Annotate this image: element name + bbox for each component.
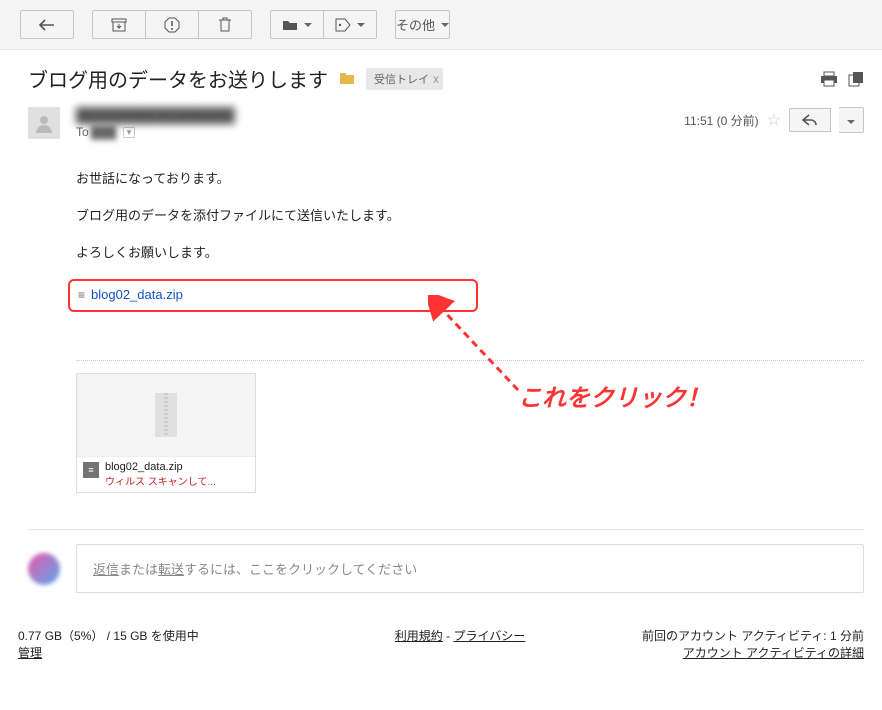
- reply-compose-box[interactable]: 返信または転送するには、ここをクリックしてください: [76, 544, 864, 593]
- reply-separator: [28, 529, 864, 530]
- footer-dash: -: [443, 629, 454, 643]
- my-avatar: [28, 553, 60, 585]
- storage-total: 15 GB を使用中: [113, 629, 198, 643]
- body-line-3: よろしくお願いします。: [76, 243, 864, 264]
- star-icon[interactable]: ☆: [767, 110, 781, 130]
- email-subject: ブログ用のデータをお送りします: [28, 64, 328, 93]
- to-prefix: To: [76, 125, 89, 139]
- attachment-inline-link[interactable]: ≡ blog02_data.zip: [68, 279, 478, 312]
- sender-avatar: [28, 107, 60, 139]
- more-button[interactable]: その他: [395, 10, 450, 39]
- moveto-button[interactable]: [270, 10, 324, 39]
- attachment-filename: blog02_data.zip: [91, 285, 183, 306]
- timestamp: 11:51 (0 分前): [684, 112, 758, 129]
- terms-link[interactable]: 利用規約: [395, 629, 443, 643]
- attachment-preview: [77, 374, 255, 456]
- action-group: [92, 10, 252, 39]
- spam-button[interactable]: [145, 10, 199, 39]
- reply-mid: または: [119, 562, 158, 577]
- toolbar: その他: [0, 0, 882, 50]
- archive-button[interactable]: [92, 10, 146, 39]
- reply-word: 返信: [93, 562, 119, 577]
- to-name: ███: [91, 125, 121, 139]
- card-filename: blog02_data.zip: [105, 461, 216, 473]
- labels-button[interactable]: [323, 10, 377, 39]
- more-label: その他: [396, 15, 435, 34]
- attachment-icon: ≡: [78, 286, 85, 305]
- message-body: お世話になっております。 ブログ用のデータを添付ファイルにて送信いたします。 よ…: [76, 169, 864, 312]
- annotation-text: これをクリック！: [518, 378, 710, 413]
- to-details-toggle[interactable]: ▾: [123, 127, 136, 138]
- delete-button[interactable]: [198, 10, 252, 39]
- reply-button[interactable]: [789, 108, 831, 132]
- manage-link[interactable]: 管理: [18, 646, 42, 660]
- reply-suffix: するには、ここをクリックしてください: [184, 562, 417, 577]
- storage-sep: /: [103, 629, 113, 643]
- back-button[interactable]: [20, 10, 74, 39]
- reply-row: 返信または転送するには、ここをクリックしてください: [28, 544, 864, 613]
- message-header: ████████████████ To ███ ▾ 11:51 (0 分前) ☆: [28, 107, 864, 139]
- body-line-2: ブログ用のデータを添付ファイルにて送信いたします。: [76, 206, 864, 227]
- footer: 0.77 GB（5%） / 15 GB を使用中 管理 利用規約 - プライバシ…: [0, 613, 882, 681]
- zip-icon: [155, 393, 177, 437]
- activity-prefix: 前回のアカウント アクティビティ:: [642, 629, 830, 643]
- body-line-1: お世話になっております。: [76, 169, 864, 190]
- folder-icon: [340, 73, 354, 84]
- privacy-link[interactable]: プライバシー: [453, 629, 525, 643]
- organize-group: [270, 10, 377, 39]
- virus-scan-status: ウィルス スキャンして...: [105, 473, 216, 488]
- attachment-card[interactable]: ≡ blog02_data.zip ウィルス スキャンして...: [76, 373, 256, 493]
- label-chip[interactable]: 受信トレイ x: [366, 68, 443, 90]
- sender-name: ████████████████: [76, 107, 684, 123]
- storage-used: 0.77 GB（5%）: [18, 629, 103, 643]
- label-remove[interactable]: x: [433, 72, 439, 86]
- label-text: 受信トレイ: [374, 71, 429, 87]
- forward-word: 転送: [158, 562, 184, 577]
- subject-row: ブログ用のデータをお送りします 受信トレイ x: [28, 64, 864, 93]
- activity-time: 1 分前: [830, 629, 864, 643]
- attachment-separator: [76, 360, 864, 361]
- file-type-icon: ≡: [83, 462, 99, 478]
- print-icon[interactable]: [820, 71, 838, 87]
- newwindow-icon[interactable]: [848, 71, 864, 87]
- activity-details-link[interactable]: アカウント アクティビティの詳細: [683, 646, 864, 660]
- to-line[interactable]: To ███ ▾: [76, 125, 684, 139]
- reply-more-button[interactable]: [839, 107, 864, 133]
